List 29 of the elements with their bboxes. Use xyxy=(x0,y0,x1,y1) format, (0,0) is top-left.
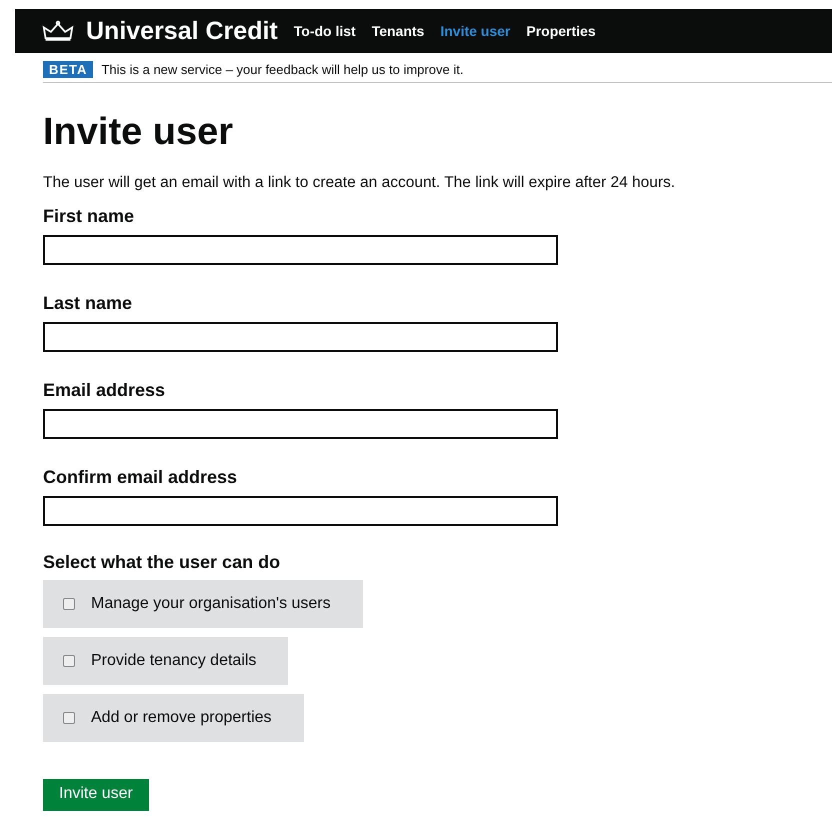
nav-link[interactable]: Tenants xyxy=(372,23,424,39)
checkbox[interactable] xyxy=(63,712,75,724)
checkbox[interactable] xyxy=(63,655,75,667)
field-label: Last name xyxy=(43,293,134,314)
checkbox-label[interactable]: Add or remove properties xyxy=(91,709,272,727)
checkbox-label[interactable]: Manage your organisation's users xyxy=(91,595,331,613)
intro-text: The user will get an email with a link to create an account. The link will expire after 24 hours. xyxy=(43,174,676,192)
checkbox-option[interactable]: Manage your organisation's users xyxy=(43,580,363,628)
phase-tag: BETA xyxy=(43,61,94,78)
checkbox[interactable] xyxy=(63,598,75,610)
input-field[interactable] xyxy=(43,409,558,439)
fieldset-legend: Select what the user can do xyxy=(43,552,832,573)
field-label: Confirm email address xyxy=(43,467,238,488)
checkbox-option[interactable]: Add or remove properties xyxy=(43,694,304,742)
nav-link[interactable]: To-do list xyxy=(294,23,356,39)
input-field[interactable] xyxy=(43,322,558,352)
invite-user-button[interactable]: Invite user xyxy=(43,779,149,811)
nav-link[interactable]: Invite user xyxy=(440,23,510,39)
crown-icon xyxy=(42,20,74,42)
field-label: Email address xyxy=(43,380,166,401)
service-name[interactable]: Universal Credit xyxy=(86,16,278,46)
checkbox-option[interactable]: Provide tenancy details xyxy=(43,637,288,685)
input-field[interactable] xyxy=(43,235,558,265)
nav-link[interactable]: Properties xyxy=(526,23,596,39)
field-label: First name xyxy=(43,206,136,227)
page-heading: Invite user xyxy=(43,111,234,154)
checkbox-label[interactable]: Provide tenancy details xyxy=(91,652,256,670)
input-field[interactable] xyxy=(43,496,558,526)
phase-banner-text: This is a new service – your feedback will help us to improve it. xyxy=(101,62,464,77)
